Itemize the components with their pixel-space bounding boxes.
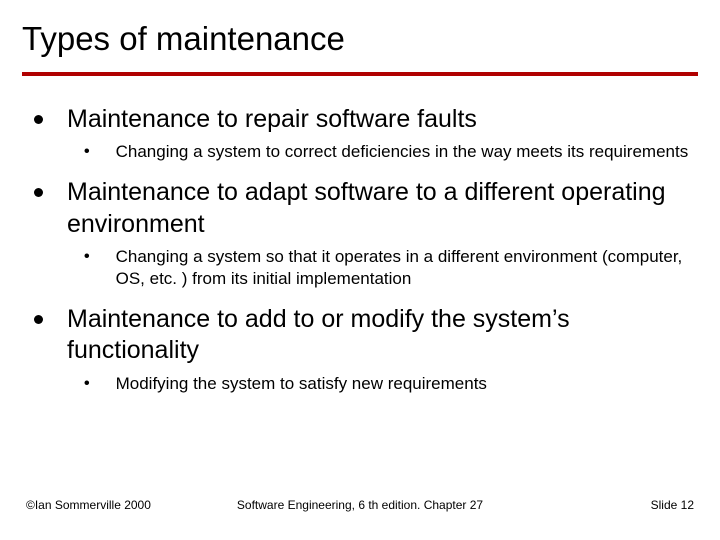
list-item-text: Maintenance to repair software faults <box>67 104 477 135</box>
bullet-icon: • <box>84 248 90 266</box>
slide-footer: ©Ian Sommerville 2000 Software Engineeri… <box>0 498 720 512</box>
bullet-icon: • <box>84 143 90 161</box>
bullet-icon <box>34 315 43 324</box>
slide: Types of maintenance Maintenance to repa… <box>0 0 720 540</box>
slide-title: Types of maintenance <box>22 20 698 68</box>
footer-right: Slide 12 <box>651 498 694 512</box>
list-subitem: • Modifying the system to satisfy new re… <box>24 373 698 395</box>
list-item-text: Maintenance to add to or modify the syst… <box>67 304 698 367</box>
list-subitem-text: Modifying the system to satisfy new requ… <box>116 373 487 395</box>
bullet-icon: • <box>84 375 90 393</box>
list-item-text: Maintenance to adapt software to a diffe… <box>67 177 698 240</box>
list-item: Maintenance to adapt software to a diffe… <box>24 177 698 240</box>
footer-left: ©Ian Sommerville 2000 <box>26 498 151 512</box>
list-item: Maintenance to add to or modify the syst… <box>24 304 698 367</box>
list-subitem: • Changing a system to correct deficienc… <box>24 141 698 163</box>
bullet-icon <box>34 188 43 197</box>
list-subitem: • Changing a system so that it operates … <box>24 246 698 290</box>
list-subitem-text: Changing a system to correct deficiencie… <box>116 141 689 163</box>
list-subitem-text: Changing a system so that it operates in… <box>116 246 698 290</box>
slide-body: Maintenance to repair software faults • … <box>22 76 698 395</box>
bullet-icon <box>34 115 43 124</box>
list-item: Maintenance to repair software faults <box>24 104 698 135</box>
